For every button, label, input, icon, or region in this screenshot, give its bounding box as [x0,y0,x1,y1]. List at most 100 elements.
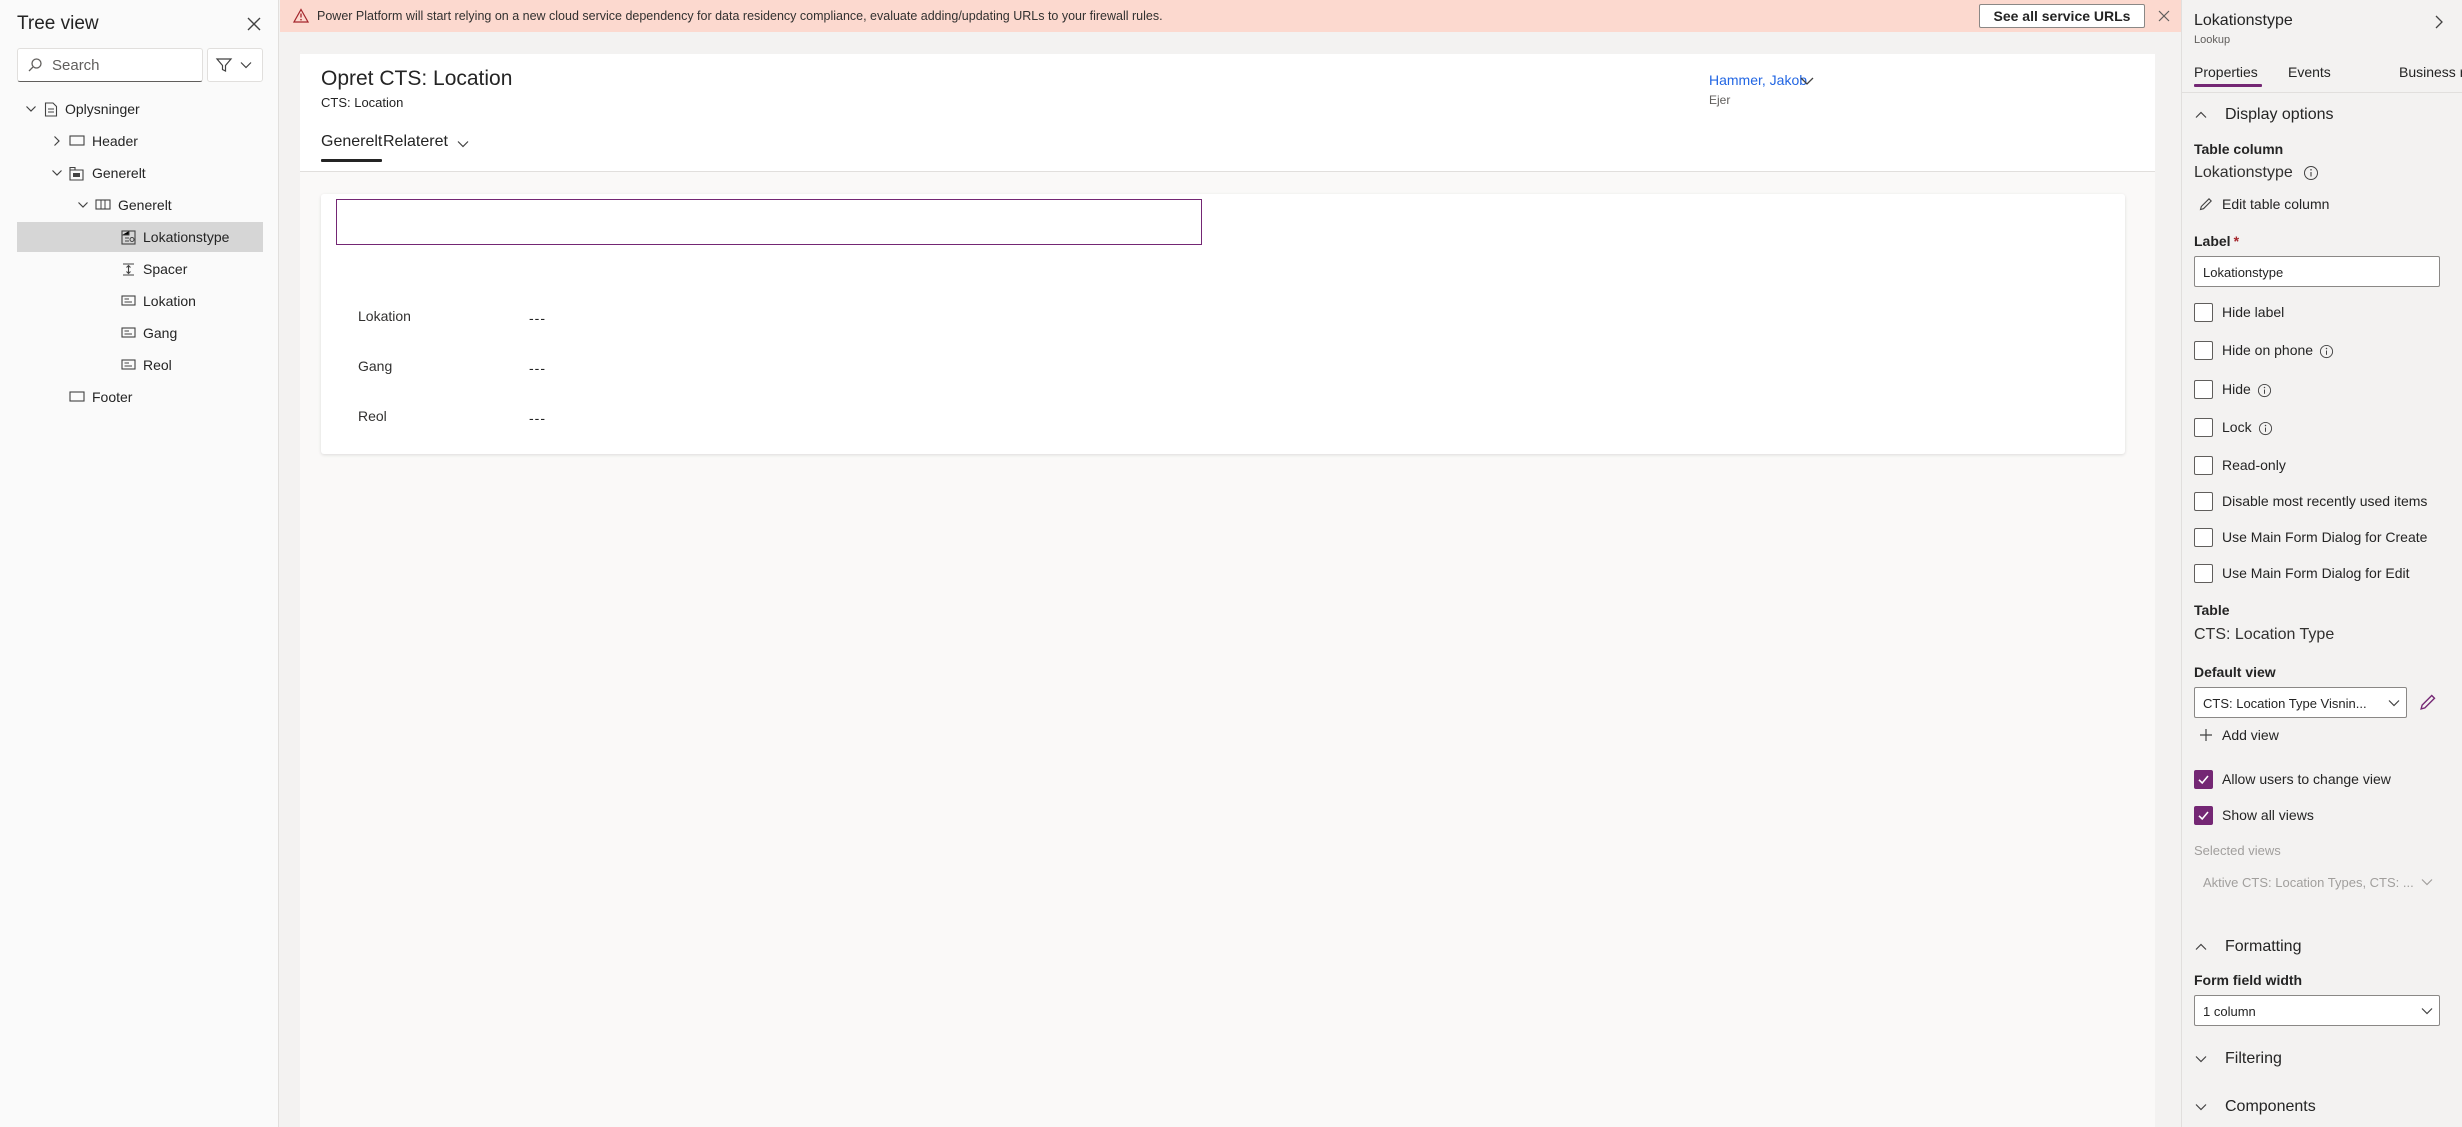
tab-business-rules[interactable]: Business rules [2399,64,2462,80]
section-title: Components [2225,1098,2316,1115]
label-input[interactable] [2203,263,2431,281]
label-field[interactable] [2194,256,2440,287]
see-all-service-urls-button[interactable]: See all service URLs [1979,4,2145,28]
field-value: --- [529,410,546,426]
allow-change-view-checkbox[interactable]: Allow users to change view [2194,770,2434,790]
main-form-dialog-edit-checkbox[interactable]: Use Main Form Dialog for Edit [2194,564,2454,584]
checkbox-label: Use Main Form Dialog for Create [2222,529,2428,545]
tree-item-footer[interactable]: Footer [17,382,263,412]
chevron-right-icon[interactable] [2432,14,2446,30]
tab-relateret[interactable]: Relateret [383,133,469,163]
form-canvas: Opret CTS: Location CTS: Location Hammer… [280,32,2181,1127]
filter-icon [215,58,233,72]
section-icon [95,199,111,210]
tree-item-header[interactable]: Header [17,126,263,156]
edit-table-column-label: Edit table column [2222,196,2330,212]
properties-title: Lokationstype [2194,12,2293,29]
chevron-down-icon [2421,879,2433,886]
tree-item-label: Generelt [118,197,172,213]
checkbox-label: Show all views [2222,807,2314,823]
lock-checkbox[interactable]: Lock [2194,418,2394,438]
section-title: Filtering [2225,1050,2282,1067]
tab-generelt[interactable]: Generelt [321,133,382,163]
info-icon[interactable] [2258,421,2273,436]
components-header[interactable]: Components [2194,1098,2444,1118]
field-value: --- [529,310,546,326]
section-title: Display options [2225,106,2334,123]
formatting-header[interactable]: Formatting [2194,938,2444,958]
chevron-down-icon [240,62,252,69]
chevron-right-icon [54,136,60,146]
form-field-width-selected: 1 column [2203,1004,2256,1019]
tree-search-box[interactable] [17,48,203,82]
disable-recent-items-checkbox[interactable]: Disable most recently used items [2194,492,2454,512]
active-tab-indicator [321,159,382,162]
tab-properties[interactable]: Properties [2194,64,2262,87]
notification-banner: Power Platform will start relying on a n… [280,0,2181,32]
checkbox-label-text: Hide [2222,381,2251,397]
active-tab-indicator [2194,84,2262,87]
checkbox-box [2194,806,2213,825]
filtering-header[interactable]: Filtering [2194,1050,2444,1070]
field-gang[interactable]: Gang --- [321,354,1321,380]
form-field-width-dropdown[interactable]: 1 column [2194,995,2440,1026]
add-view-button[interactable]: Add view [2198,727,2318,745]
tree-item-gang[interactable]: Gang [17,318,263,348]
tree-item-generelt-section[interactable]: Generelt [17,190,263,220]
tree-item-reol[interactable]: Reol [17,350,263,380]
tree-item-label: Oplysninger [65,101,140,117]
default-view-dropdown[interactable]: CTS: Location Type Visnin... [2194,687,2407,718]
field-lokation[interactable]: Lokation --- [321,304,1321,330]
header-icon [69,135,85,146]
checkbox-label-text: Lock [2222,419,2252,435]
tree-item-label: Header [92,133,138,149]
tree-view-panel: Tree view Oplysninger Header Generelt Ge… [0,0,279,1127]
checkbox-box [2194,341,2213,360]
read-only-checkbox[interactable]: Read-only [2194,456,2394,476]
chevron-down-icon [78,202,88,208]
field-reol[interactable]: Reol --- [321,404,1321,430]
checkmark-icon [2198,811,2209,821]
info-icon[interactable] [2257,383,2272,398]
chevron-down-icon [2195,1056,2207,1063]
info-icon[interactable] [2303,165,2319,181]
selected-views-dropdown: Aktive CTS: Location Types, CTS: ... [2194,866,2440,897]
display-options-header[interactable]: Display options [2194,106,2444,126]
plus-icon [2200,729,2212,741]
show-all-views-checkbox[interactable]: Show all views [2194,806,2434,826]
banner-message: Power Platform will start relying on a n… [317,9,1163,23]
section-title: Formatting [2225,938,2302,955]
tree-item-label: Spacer [143,261,188,277]
tree-item-lokationstype[interactable]: Lokationstype [17,222,263,252]
footer-icon [69,391,85,402]
tree-search-input[interactable] [52,55,197,75]
form-title: Opret CTS: Location [321,67,513,90]
tab-events[interactable]: Events [2288,64,2331,80]
tree-item-oplysninger[interactable]: Oplysninger [17,94,263,124]
properties-subtitle: Lookup [2194,34,2231,46]
lokationstype-lookup-selected[interactable] [336,199,1202,245]
chevron-up-icon [2195,943,2207,950]
chevron-up-icon [2195,111,2207,118]
owner-name-link[interactable]: Hammer, Jakob [1709,72,1807,88]
close-icon[interactable] [2157,9,2171,23]
tree-item-lokation[interactable]: Lokation [17,286,263,316]
hide-on-phone-checkbox[interactable]: Hide on phone [2194,341,2394,361]
form-header: Opret CTS: Location CTS: Location Hammer… [300,54,2155,172]
chevron-down-icon[interactable] [1798,72,1816,90]
main-form-dialog-create-checkbox[interactable]: Use Main Form Dialog for Create [2194,528,2454,548]
pencil-icon[interactable] [2418,692,2438,712]
default-view-selected: CTS: Location Type Visnin... [2203,696,2367,711]
tree-item-spacer[interactable]: Spacer [17,254,263,284]
checkbox-box [2194,492,2213,511]
hide-checkbox[interactable]: Hide [2194,380,2394,400]
tree-item-generelt-tab[interactable]: Generelt [17,158,263,188]
field-label: Reol [358,408,387,424]
text-field-icon [121,295,136,306]
tree-filter-button[interactable] [207,48,263,82]
checkbox-label: Lock [2222,419,2273,436]
edit-table-column-button[interactable]: Edit table column [2198,196,2398,214]
hide-label-checkbox[interactable]: Hide label [2194,303,2394,323]
close-tree-button[interactable] [242,12,266,36]
info-icon[interactable] [2319,344,2334,359]
